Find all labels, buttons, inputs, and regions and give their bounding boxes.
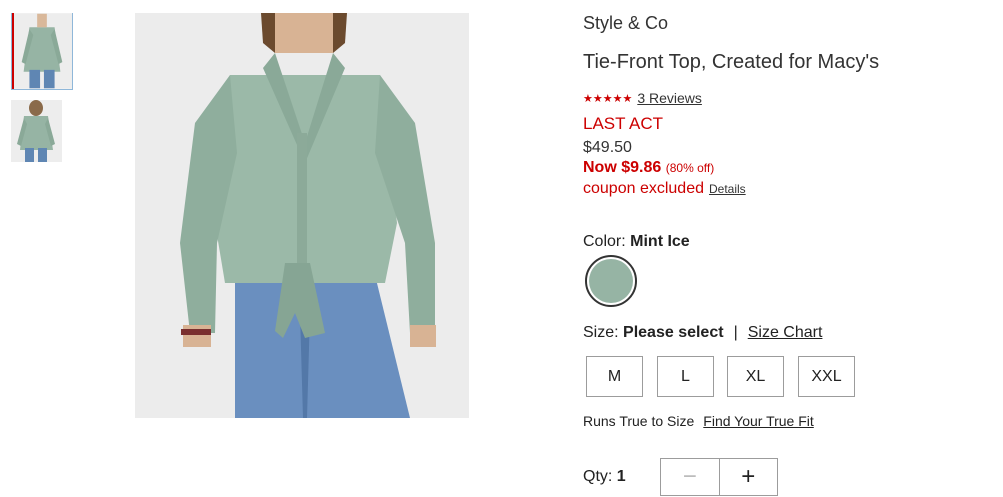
product-title: Tie-Front Top, Created for Macy's <box>583 51 880 73</box>
selected-color: Mint Ice <box>630 233 690 250</box>
coupon-excluded-text: coupon excluded <box>583 180 704 197</box>
quantity-label: Qty: <box>583 468 613 485</box>
size-option-l[interactable]: L <box>657 356 714 397</box>
reviews-link[interactable]: 3 Reviews <box>637 90 702 106</box>
color-label: Color: <box>583 233 626 250</box>
coupon-row: coupon excluded Details <box>583 180 746 198</box>
thumbnail-2[interactable] <box>11 100 62 162</box>
star-rating-icon: ★★★★★ <box>583 92 633 105</box>
color-swatch-mint-ice[interactable] <box>585 255 637 307</box>
size-separator: | <box>733 324 738 341</box>
original-price: $49.50 <box>583 139 632 156</box>
quantity-stepper: − + <box>660 458 778 496</box>
size-label-row: Size: Please select | Size Chart <box>583 324 822 342</box>
fit-text: Runs True to Size <box>583 413 695 429</box>
brand-name[interactable]: Style & Co <box>583 13 668 34</box>
details-link[interactable]: Details <box>709 182 746 196</box>
main-product-image[interactable] <box>135 13 469 418</box>
quantity-value: 1 <box>616 468 626 485</box>
quantity-label-row: Qty: 1 <box>583 468 626 486</box>
sale-price: Now $9.86 (80% off) <box>583 159 714 177</box>
thumbnail-1-image <box>12 13 72 89</box>
now-price: Now $9.86 <box>583 159 662 176</box>
size-option-xl[interactable]: XL <box>727 356 784 397</box>
last-act-badge: LAST ACT <box>583 114 663 133</box>
size-label: Size: <box>583 324 619 341</box>
selected-size: Please select <box>623 324 724 341</box>
true-fit-link[interactable]: Find Your True Fit <box>703 413 814 429</box>
size-option-m[interactable]: M <box>586 356 643 397</box>
product-photo <box>135 13 469 418</box>
size-chart-link[interactable]: Size Chart <box>748 324 823 342</box>
true-fit-row: Runs True to Size Find Your True Fit <box>583 413 814 429</box>
quantity-decrease-button[interactable]: − <box>661 459 720 495</box>
rating-row: ★★★★★ 3 Reviews <box>583 90 702 106</box>
size-option-xxl[interactable]: XXL <box>798 356 855 397</box>
thumbnail-2-image <box>11 100 62 162</box>
color-swatch-fill <box>589 259 633 303</box>
thumbnail-1[interactable] <box>11 13 73 90</box>
discount-percent: (80% off) <box>665 161 715 175</box>
quantity-increase-button[interactable]: + <box>720 459 778 495</box>
color-label-row: Color: Mint Ice <box>583 233 690 251</box>
